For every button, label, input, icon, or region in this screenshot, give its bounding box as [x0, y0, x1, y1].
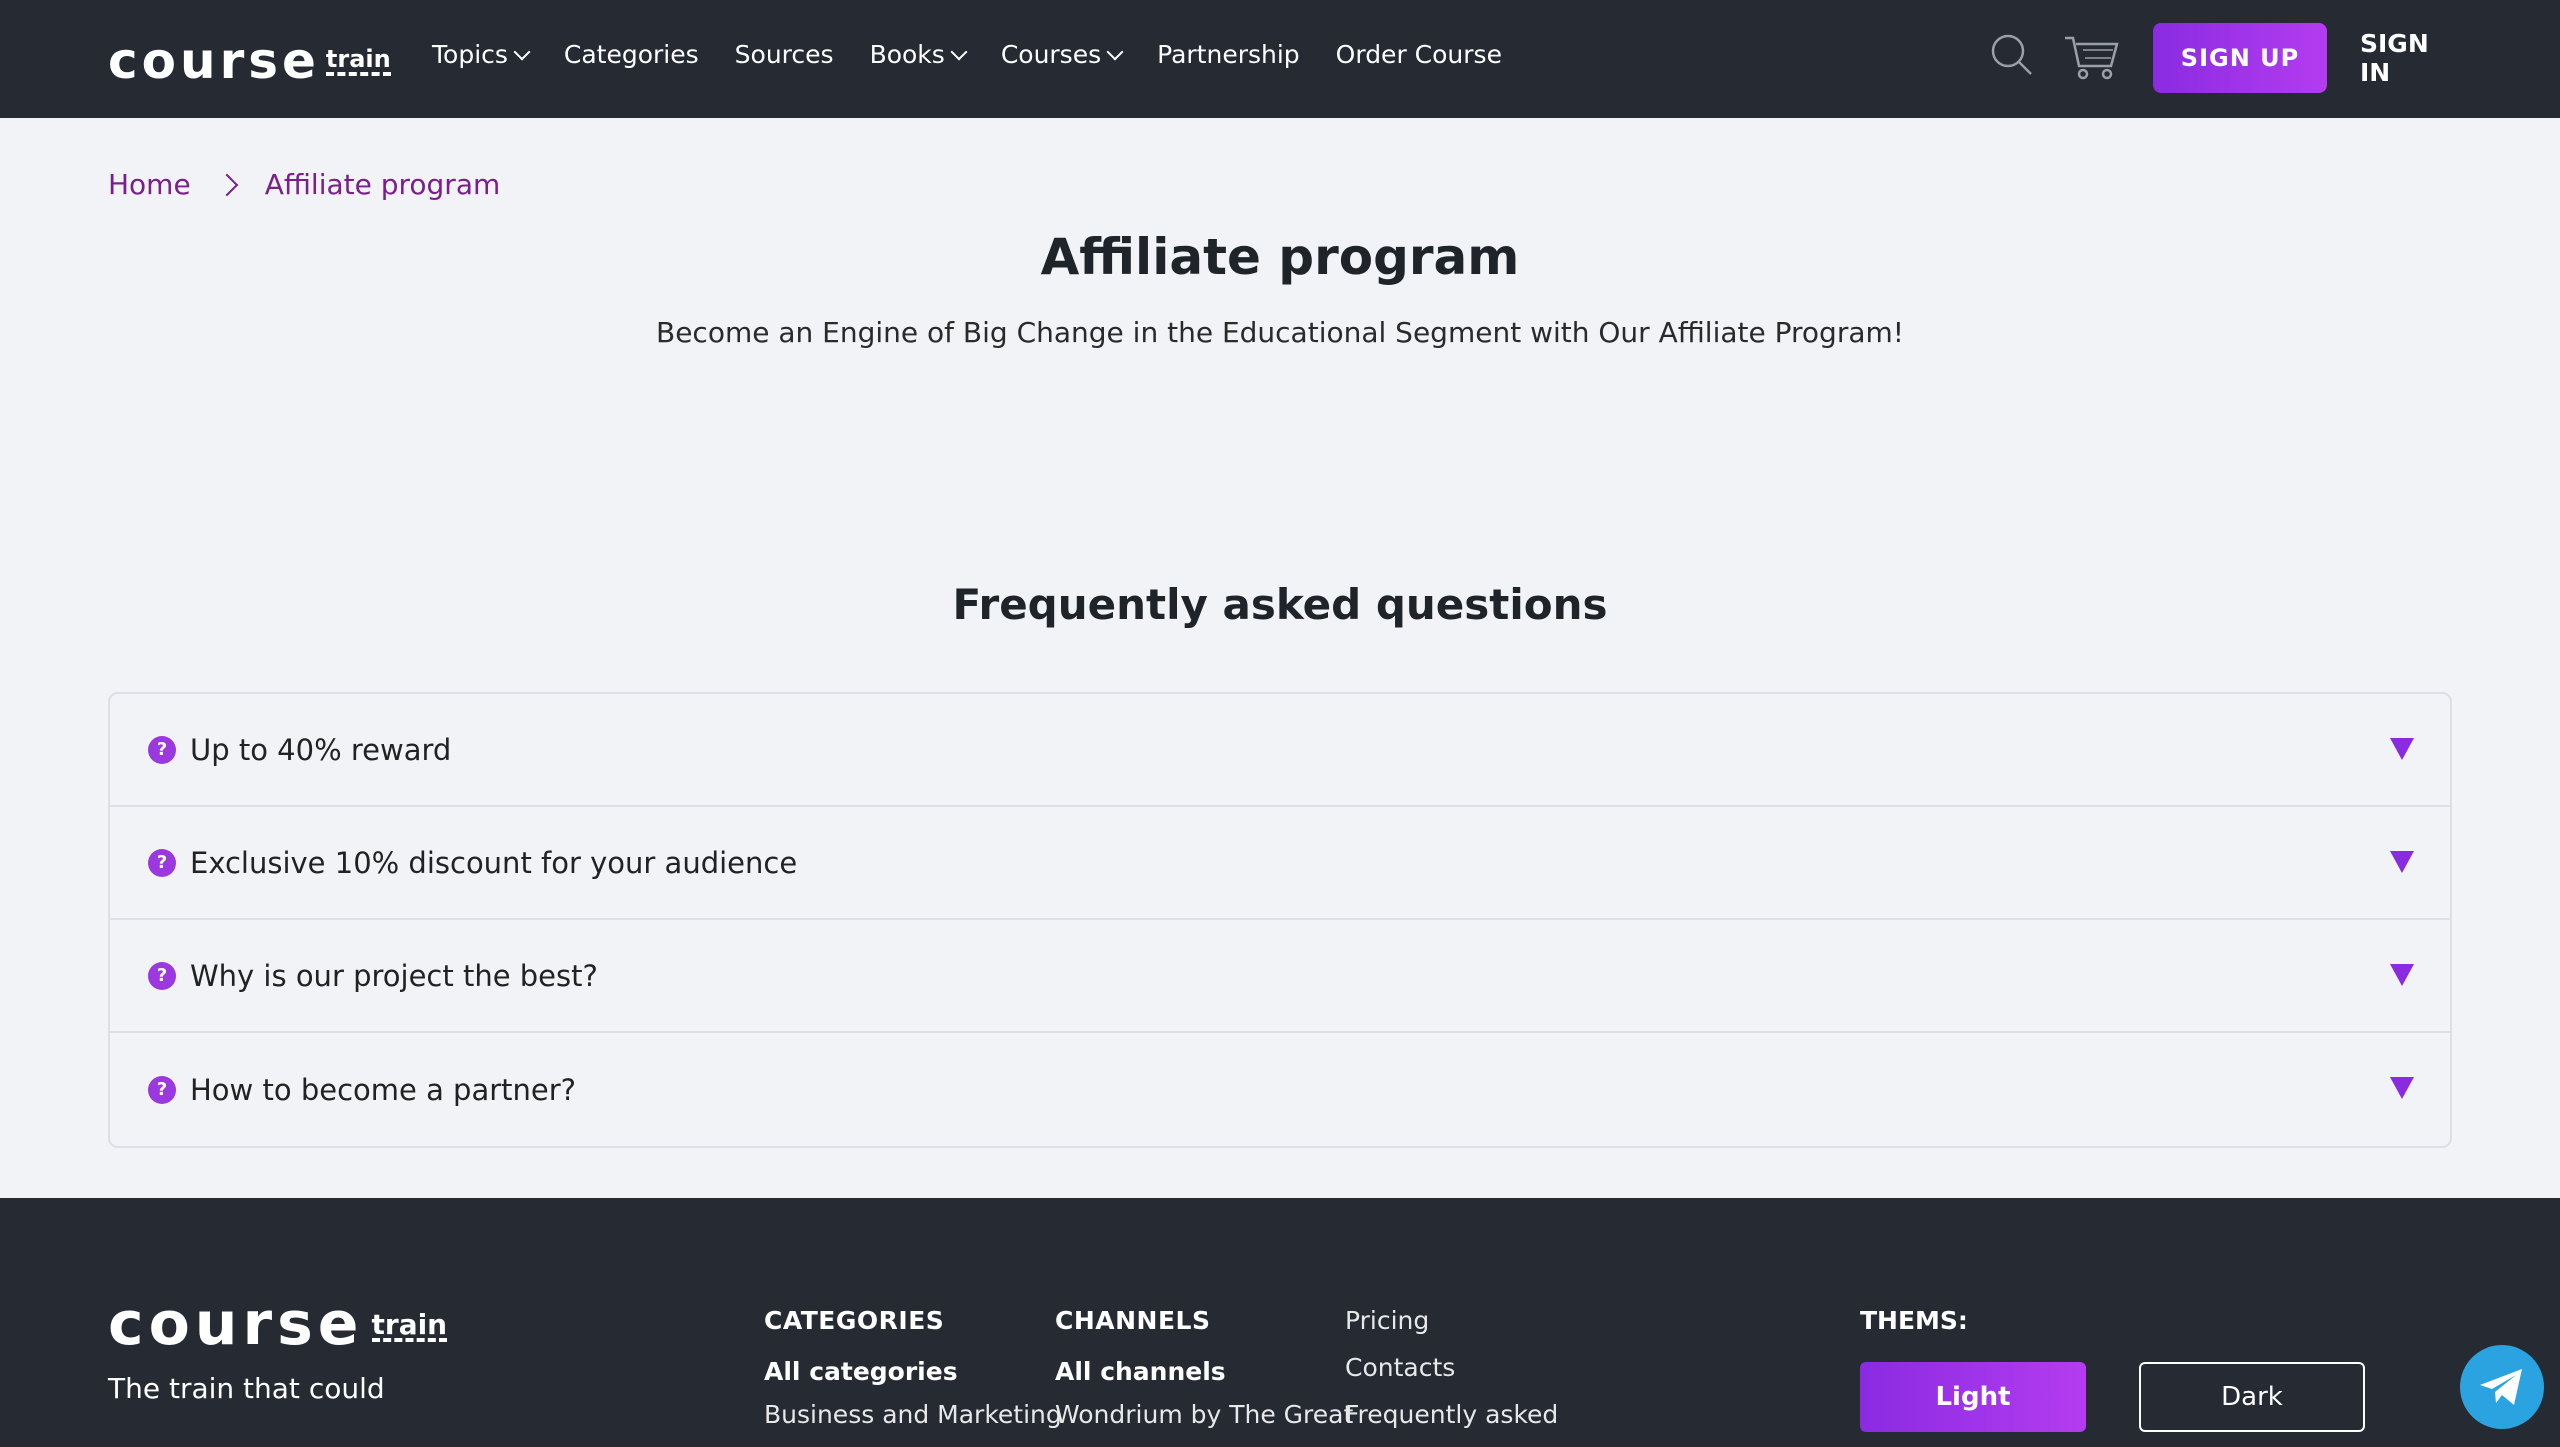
- footer-category-link[interactable]: Business and Marketing: [764, 1400, 1062, 1429]
- faq-question: Exclusive 10% discount for your audience: [190, 845, 798, 880]
- triangle-down-icon: [2390, 851, 2414, 873]
- sign-up-button[interactable]: SIGN UP: [2153, 23, 2327, 93]
- main-nav: Topics Categories Sources Books Courses …: [432, 40, 1538, 69]
- telegram-icon[interactable]: [2460, 1345, 2544, 1429]
- faq-item[interactable]: ? How to become a partner?: [110, 1033, 2450, 1146]
- faq-accordion: ? Up to 40% reward ? Exclusive 10% disco…: [108, 692, 2452, 1148]
- nav-books-label: Books: [869, 40, 945, 69]
- chevron-right-icon: [215, 173, 239, 196]
- triangle-down-icon: [2390, 738, 2414, 760]
- chevron-down-icon: [1106, 43, 1124, 60]
- site-footer: course train The train that could CATEGO…: [0, 1198, 2560, 1447]
- nav-order-course[interactable]: Order Course: [1336, 40, 1502, 69]
- nav-topics-label: Topics: [432, 40, 508, 69]
- nav-partnership[interactable]: Partnership: [1157, 40, 1300, 69]
- breadcrumb-current[interactable]: Affiliate program: [265, 168, 501, 201]
- logo-wordmark: course: [108, 32, 320, 90]
- breadcrumb: Home Affiliate program: [108, 168, 500, 201]
- nav-courses-label: Courses: [1000, 40, 1102, 69]
- triangle-down-icon: [2390, 1077, 2414, 1099]
- logo-train-label: train: [325, 47, 391, 76]
- nav-sources-label: Sources: [734, 40, 834, 69]
- footer-links-column: Pricing Contacts Frequently asked: [1345, 1306, 1558, 1443]
- footer-logo-wordmark: course: [108, 1289, 364, 1359]
- sign-in-button[interactable]: SIGN IN: [2360, 23, 2460, 93]
- nav-sources[interactable]: Sources: [735, 40, 834, 69]
- footer-channel-link[interactable]: Wondrium by The Great: [1055, 1400, 1353, 1429]
- footer-logo-train-label: train: [371, 1308, 448, 1342]
- theme-label: THEMS:: [1860, 1306, 1968, 1335]
- faq-item[interactable]: ? Why is our project the best?: [110, 920, 2450, 1033]
- site-logo[interactable]: course train: [108, 30, 391, 86]
- dark-theme-button[interactable]: Dark: [2139, 1362, 2365, 1432]
- question-icon: ?: [148, 961, 176, 990]
- faq-item[interactable]: ? Exclusive 10% discount for your audien…: [110, 807, 2450, 920]
- footer-channels-column: CHANNELS All channels Wondrium by The Gr…: [1055, 1306, 1353, 1443]
- nav-courses[interactable]: Courses: [1000, 40, 1124, 69]
- footer-logo[interactable]: course train: [108, 1289, 448, 1359]
- faq-question: Why is our project the best?: [190, 958, 598, 993]
- footer-channels-heading: CHANNELS: [1055, 1306, 1211, 1335]
- question-icon: ?: [148, 1075, 176, 1104]
- question-icon: ?: [148, 848, 176, 877]
- page-title: Affiliate program: [1040, 228, 1520, 286]
- light-theme-button[interactable]: Light: [1860, 1362, 2086, 1432]
- nav-categories-label: Categories: [563, 40, 699, 69]
- nav-books[interactable]: Books: [869, 40, 968, 69]
- triangle-down-icon: [2390, 964, 2414, 986]
- site-header: course train Topics Categories Sources B…: [0, 0, 2560, 118]
- nav-order-course-label: Order Course: [1335, 40, 1502, 69]
- faq-question: Up to 40% reward: [190, 732, 452, 767]
- footer-pricing-link[interactable]: Pricing: [1345, 1306, 1558, 1335]
- nav-topics[interactable]: Topics: [432, 40, 531, 69]
- breadcrumb-home[interactable]: Home: [108, 168, 191, 201]
- page-subtitle: Become an Engine of Big Change in the Ed…: [655, 316, 1904, 349]
- chevron-down-icon: [950, 43, 968, 60]
- nav-partnership-label: Partnership: [1157, 40, 1300, 69]
- faq-item[interactable]: ? Up to 40% reward: [110, 694, 2450, 807]
- cart-icon[interactable]: [2063, 32, 2121, 82]
- footer-categories-column: CATEGORIES All categories Business and M…: [764, 1306, 1062, 1443]
- footer-categories-heading: CATEGORIES: [764, 1306, 945, 1335]
- search-icon[interactable]: [1989, 32, 2039, 82]
- footer-tagline: The train that could: [108, 1372, 385, 1405]
- footer-faq-link[interactable]: Frequently asked: [1345, 1400, 1558, 1429]
- faq-question: How to become a partner?: [190, 1072, 577, 1107]
- question-icon: ?: [148, 735, 176, 764]
- footer-all-categories-link[interactable]: All categories: [764, 1357, 1062, 1386]
- chevron-down-icon: [513, 43, 531, 60]
- nav-categories[interactable]: Categories: [564, 40, 699, 69]
- footer-contacts-link[interactable]: Contacts: [1345, 1353, 1558, 1382]
- faq-title: Frequently asked questions: [952, 580, 1608, 629]
- footer-all-channels-link[interactable]: All channels: [1055, 1357, 1353, 1386]
